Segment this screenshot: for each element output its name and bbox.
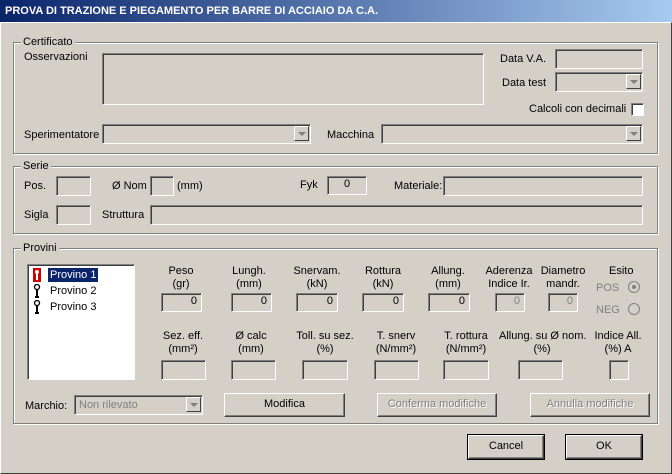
struttura-label: Struttura — [102, 209, 145, 221]
chevron-down-icon[interactable] — [626, 74, 641, 89]
chevron-down-icon[interactable] — [294, 126, 309, 141]
chevron-down-icon[interactable] — [186, 397, 201, 412]
diametro-calc-field[interactable] — [231, 360, 276, 380]
aderenza-field[interactable]: 0 — [495, 293, 525, 312]
marchio-value: Non rilevato — [79, 399, 138, 411]
esito-pos-radio[interactable] — [628, 281, 640, 293]
list-item[interactable]: Provino 1 — [30, 267, 132, 283]
certificato-legend: Certificato — [21, 36, 75, 48]
list-item-label: Provino 3 — [50, 301, 97, 313]
rottura-field[interactable]: 0 — [362, 293, 404, 312]
serie-legend: Serie — [21, 160, 51, 172]
indice-all-label: Indice All. (%) A — [594, 330, 642, 355]
sigla-field[interactable] — [56, 205, 91, 225]
lunghezza-field[interactable]: 0 — [231, 293, 272, 312]
list-item[interactable]: Provino 2 — [30, 283, 132, 299]
cancel-button[interactable]: Cancel — [467, 434, 545, 460]
data-va-label: Data V.A. — [500, 53, 547, 65]
sigla-label: Sigla — [24, 209, 49, 221]
macchina-dropdown[interactable] — [381, 124, 643, 144]
osservazioni-field[interactable] — [102, 53, 484, 105]
onom-label: Ø Nom — [112, 180, 147, 192]
macchina-label: Macchina — [327, 129, 375, 141]
fyk-field[interactable]: 0 — [327, 176, 367, 195]
provini-list[interactable]: Provino 1 Provino 2 Provino 3 — [27, 264, 135, 380]
modifica-button[interactable]: Modifica — [224, 393, 345, 417]
chevron-down-icon[interactable] — [626, 126, 641, 141]
esito-neg-label: NEG — [596, 304, 620, 316]
aderenza-label: Aderenza Indice Ir. — [485, 265, 533, 290]
diametro-mandrino-label: Diametro mandr. — [540, 265, 586, 290]
tolleranza-sez-label: Toll. su sez. (%) — [296, 330, 354, 355]
allungamento-nom-field[interactable] — [518, 360, 563, 380]
materiale-label: Materiale: — [394, 180, 443, 192]
conferma-modifiche-button[interactable]: Conferma modifiche — [377, 393, 497, 417]
annulla-modifiche-button[interactable]: Annulla modifiche — [530, 393, 650, 417]
list-item-label: Provino 1 — [48, 268, 99, 282]
marchio-dropdown[interactable]: Non rilevato — [74, 395, 203, 415]
allungamento-label: Allung. (mm) — [431, 265, 465, 290]
specimen-red-icon — [30, 268, 44, 282]
lunghezza-label: Lungh. (mm) — [232, 265, 266, 290]
diametro-calc-label: Ø calc (mm) — [235, 330, 267, 355]
peso-label: Peso (gr) — [168, 265, 194, 290]
data-test-label: Data test — [502, 77, 547, 89]
specimen-icon — [30, 284, 44, 298]
struttura-field[interactable] — [150, 205, 643, 225]
provini-legend: Provini — [21, 242, 59, 254]
sperimentatore-dropdown[interactable] — [102, 124, 311, 144]
calcoli-decimali-checkbox[interactable] — [631, 103, 644, 116]
sezione-eff-label: Sez. eff. (mm²) — [162, 330, 204, 355]
marchio-label: Marchio: — [25, 400, 68, 412]
calcoli-decimali-label: Calcoli con decimali — [529, 103, 627, 115]
esito-pos-label: POS — [596, 282, 620, 294]
allungamento-nom-label: Allung. su Ø nom. (%) — [499, 330, 587, 355]
data-va-field[interactable] — [555, 49, 643, 69]
esito-label: Esito — [609, 265, 634, 277]
data-test-dropdown[interactable] — [555, 72, 643, 92]
diametro-mandrino-field[interactable]: 0 — [548, 293, 578, 312]
rottura-label: Rottura (kN) — [364, 265, 402, 290]
pos-field[interactable] — [56, 176, 91, 196]
allungamento-field[interactable]: 0 — [428, 293, 470, 312]
t-snervamento-label: T. snerv (N/mm²) — [375, 330, 417, 355]
t-rottura-field[interactable] — [443, 360, 489, 380]
peso-field[interactable]: 0 — [161, 293, 202, 312]
t-snervamento-field[interactable] — [374, 360, 419, 380]
indice-all-field[interactable] — [609, 360, 629, 380]
tolleranza-sez-field[interactable] — [302, 360, 348, 380]
osservazioni-label: Osservazioni — [24, 51, 88, 63]
onom-field[interactable] — [150, 176, 174, 196]
onom-unit-label: (mm) — [177, 180, 203, 192]
materiale-field[interactable] — [443, 176, 643, 196]
specimen-icon — [30, 300, 44, 314]
list-item-label: Provino 2 — [50, 285, 97, 297]
t-rottura-label: T. rottura (N/mm²) — [444, 330, 488, 355]
list-item[interactable]: Provino 3 — [30, 299, 132, 315]
esito-neg-radio[interactable] — [628, 303, 640, 315]
snervamento-label: Snervam. (kN) — [293, 265, 341, 290]
sezione-eff-field[interactable] — [161, 360, 206, 380]
window-title: PROVA DI TRAZIONE E PIEGAMENTO PER BARRE… — [0, 0, 672, 22]
sperimentatore-label: Sperimentatore — [24, 129, 100, 141]
ok-button[interactable]: OK — [565, 434, 643, 460]
snervamento-field[interactable]: 0 — [296, 293, 338, 312]
fyk-label: Fyk — [300, 179, 318, 191]
pos-label: Pos. — [24, 180, 47, 192]
